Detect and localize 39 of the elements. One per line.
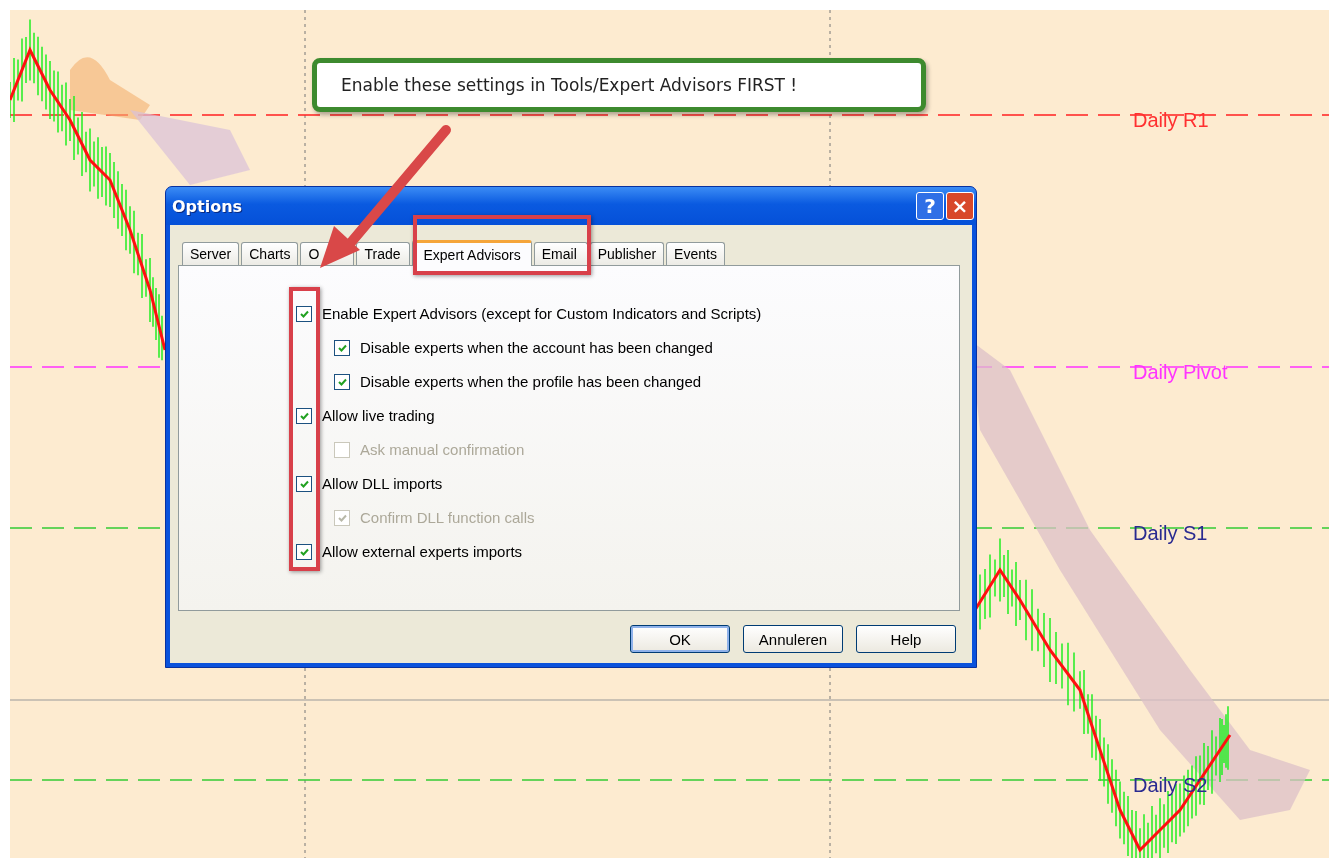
- tab[interactable]: Email: [533, 242, 588, 265]
- check-icon: [337, 343, 347, 352]
- tab[interactable]: Server: [182, 242, 240, 265]
- level-label: Daily Pivot: [1133, 361, 1228, 384]
- checkbox[interactable]: [296, 543, 312, 560]
- check-icon: [299, 479, 309, 488]
- check-icon: [337, 377, 347, 386]
- checkbox[interactable]: [296, 407, 312, 424]
- checkbox-label: Ask manual confirmation: [360, 441, 525, 458]
- tab[interactable]: Events: [666, 242, 725, 265]
- checkbox[interactable]: [334, 339, 350, 356]
- checkbox-label: Confirm DLL function calls: [360, 509, 535, 526]
- callout-box: Enable these settings in Tools/Expert Advisors FIRST !: [312, 58, 926, 112]
- checkbox-label: Disable experts when the account has been changed: [360, 339, 713, 356]
- checkbox[interactable]: [296, 475, 312, 492]
- close-button[interactable]: ×: [946, 192, 974, 220]
- dialog-button[interactable]: Annuleren: [743, 625, 843, 653]
- check-icon: [299, 309, 309, 318]
- tab[interactable]: Trade: [356, 242, 411, 265]
- check-icon: [337, 513, 347, 522]
- checkbox[interactable]: [334, 373, 350, 390]
- checkbox[interactable]: [296, 305, 312, 322]
- tab[interactable]: Charts: [241, 242, 299, 265]
- tab[interactable]: Publisher: [589, 242, 665, 265]
- checkbox-label: Disable experts when the profile has been changed: [360, 373, 702, 390]
- level-label: Daily R1: [1133, 109, 1209, 132]
- check-icon: [299, 547, 309, 556]
- window-title: Options: [172, 196, 243, 216]
- check-icon: [299, 411, 309, 420]
- dialog-button[interactable]: OK: [630, 625, 730, 653]
- tab[interactable]: Expert Advisors: [412, 240, 532, 266]
- checkbox-label: Allow DLL imports: [322, 475, 443, 492]
- level-label: Daily S1: [1133, 522, 1208, 545]
- checkbox-label: Allow live trading: [322, 407, 435, 424]
- help-button[interactable]: ?: [916, 192, 944, 220]
- dialog-button[interactable]: Help: [856, 625, 956, 653]
- checkbox-label: Enable Expert Advisors (except for Custom Indicators and Scripts): [322, 305, 762, 322]
- level-label: Daily S2: [1133, 774, 1208, 797]
- checkbox-label: Allow external experts imports: [322, 543, 523, 560]
